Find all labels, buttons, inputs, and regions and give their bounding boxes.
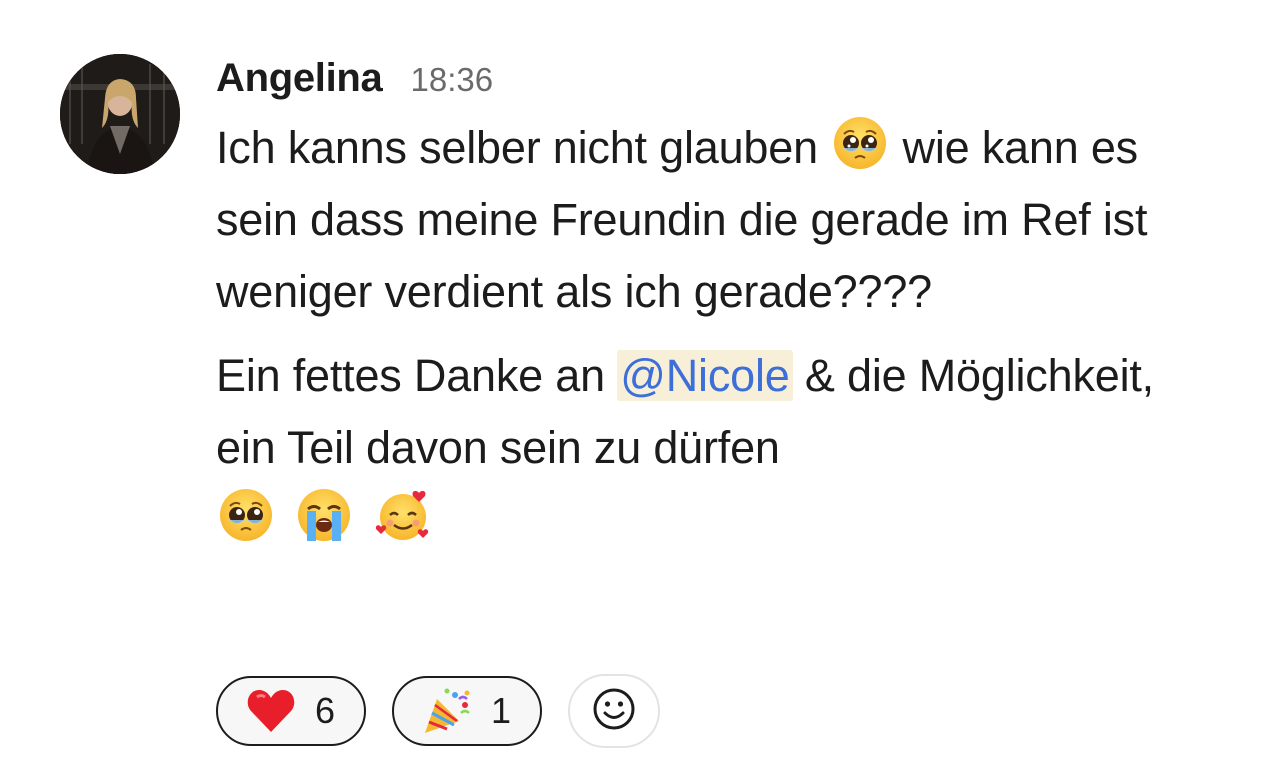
message-text: Ich kanns selber nicht glauben [216, 122, 818, 173]
message-header: Angelina 18:36 [216, 56, 1216, 112]
message-content: Angelina 18:36 Ich kanns selber nicht gl… [216, 56, 1216, 556]
party-popper-emoji [421, 685, 473, 737]
reaction-heart[interactable]: 6 [216, 676, 366, 746]
author-name[interactable]: Angelina [216, 56, 383, 101]
add-reaction-button[interactable] [568, 674, 660, 748]
add-emoji-reaction-icon [591, 686, 637, 737]
loudly-crying-face-emoji [296, 487, 352, 543]
avatar[interactable] [60, 54, 180, 174]
reaction-count: 6 [314, 690, 336, 731]
message-paragraph-2: Ein fettes Danke an @Nicole & die Möglic… [216, 340, 1216, 556]
emoji-group [216, 489, 439, 545]
reaction-count: 1 [490, 690, 512, 731]
red-heart-emoji [245, 685, 297, 737]
reactions-bar: 6 1 [216, 674, 660, 748]
reaction-party[interactable]: 1 [392, 676, 542, 746]
message-timestamp[interactable]: 18:36 [411, 61, 494, 99]
user-mention[interactable]: @Nicole [617, 350, 793, 401]
pleading-face-emoji [218, 487, 274, 543]
pleading-face-emoji [832, 115, 888, 171]
smiling-face-with-hearts-emoji [375, 487, 431, 543]
chat-message: Angelina 18:36 Ich kanns selber nicht gl… [0, 0, 1280, 784]
message-paragraph-1: Ich kanns selber nicht glauben wie kann … [216, 112, 1216, 328]
message-text: Ein fettes Danke an [216, 350, 605, 401]
